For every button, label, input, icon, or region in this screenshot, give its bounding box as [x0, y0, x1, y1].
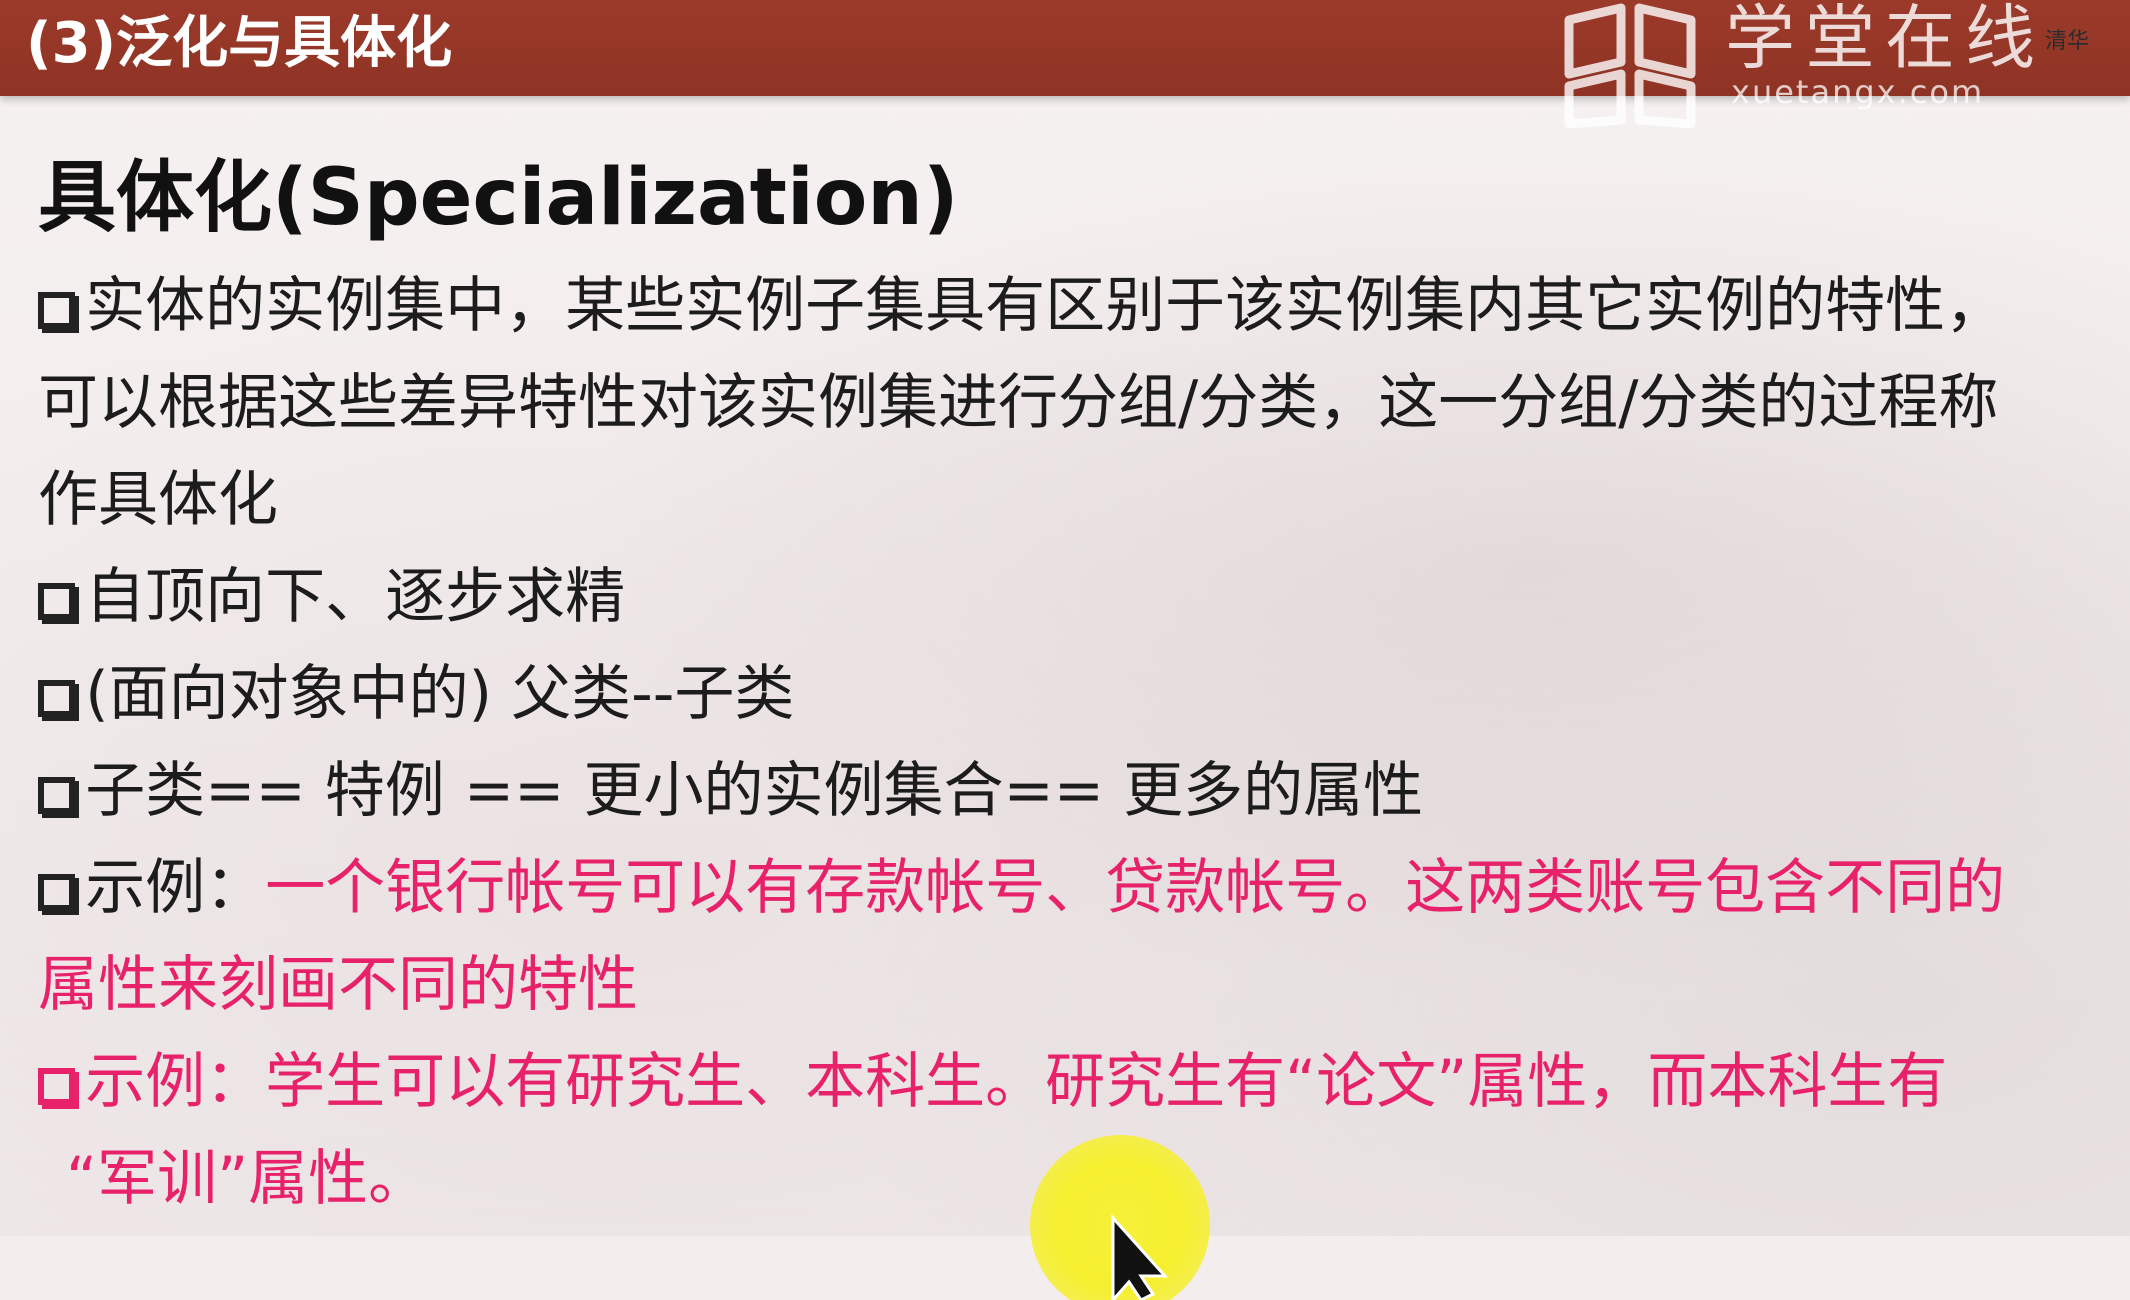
example-text-cont: “军训”属性。 [66, 1144, 429, 1214]
bullet-line-example-1-cont: 属性来刻画不同的特性 [38, 937, 2098, 1034]
hollow-square-bullet-icon [38, 679, 76, 717]
bullet-line-3: (面向对象中的) 父类--子类 [38, 646, 2098, 743]
line-text: (面向对象中的) 父类--子类 [85, 659, 795, 729]
bullet-line-2: 自顶向下、逐步求精 [38, 549, 2098, 646]
book-logo-icon [1564, 3, 1696, 128]
hollow-square-bullet-icon [38, 776, 76, 814]
logo-badge: 清华 [2045, 29, 2090, 54]
hollow-square-bullet-icon [38, 873, 76, 911]
logo-domain: xuetangx.com [1731, 73, 1985, 111]
bullet-line-example-1: 示例：一个银行帐号可以有存款帐号、贷款帐号。这两类账号包含不同的 [38, 840, 2098, 937]
bullet-line-1: 实体的实例集中，某些实例子集具有区别于该实例集内其它实例的特性， [38, 258, 2098, 355]
line-text: 自顶向下、逐步求精 [85, 562, 626, 632]
line-text: 子类== 特例 == 更小的实例集合== 更多的属性 [85, 756, 1424, 826]
example-text-cont: 属性来刻画不同的特性 [38, 950, 638, 1020]
mouse-pointer-icon [1030, 1135, 1210, 1300]
example-text: 示例：学生可以有研究生、本科生。研究生有“论文”属性，而本科生有 [85, 1047, 1948, 1117]
section-title: (3)泛化与具体化 [26, 11, 453, 76]
bullet-line-4: 子类== 特例 == 更小的实例集合== 更多的属性 [38, 743, 2098, 840]
line-text: 可以根据这些差异特性对该实例集进行分组/分类，这一分组/分类的过程称 [38, 368, 1999, 438]
slide-canvas: (3)泛化与具体化 学堂在线 xuetangx.com 清华 具体化(Speci… [0, 0, 2130, 1300]
hollow-square-bullet-icon [38, 1067, 76, 1105]
hollow-square-bullet-icon [38, 291, 76, 329]
logo-name: 学堂在线 [1725, 0, 2045, 79]
slide-heading: 具体化(Specialization) [38, 153, 959, 243]
example-text: 一个银行帐号可以有存款帐号、贷款帐号。这两类账号包含不同的 [265, 853, 2006, 923]
xuetangx-watermark: 学堂在线 xuetangx.com 清华 [1555, 0, 2130, 128]
hollow-square-bullet-icon [38, 582, 76, 620]
bullet-line-1-cont: 可以根据这些差异特性对该实例集进行分组/分类，这一分组/分类的过程称 [38, 355, 2098, 452]
line-text: 作具体化 [38, 465, 278, 535]
line-text: 实体的实例集中，某些实例子集具有区别于该实例集内其它实例的特性， [85, 271, 2006, 341]
example-label: 示例： [85, 853, 266, 923]
slide-body: 实体的实例集中，某些实例子集具有区别于该实例集内其它实例的特性， 可以根据这些差… [38, 258, 2098, 1228]
bullet-line-example-2: 示例：学生可以有研究生、本科生。研究生有“论文”属性，而本科生有 [38, 1034, 2098, 1131]
bullet-line-1-cont2: 作具体化 [38, 452, 2098, 549]
